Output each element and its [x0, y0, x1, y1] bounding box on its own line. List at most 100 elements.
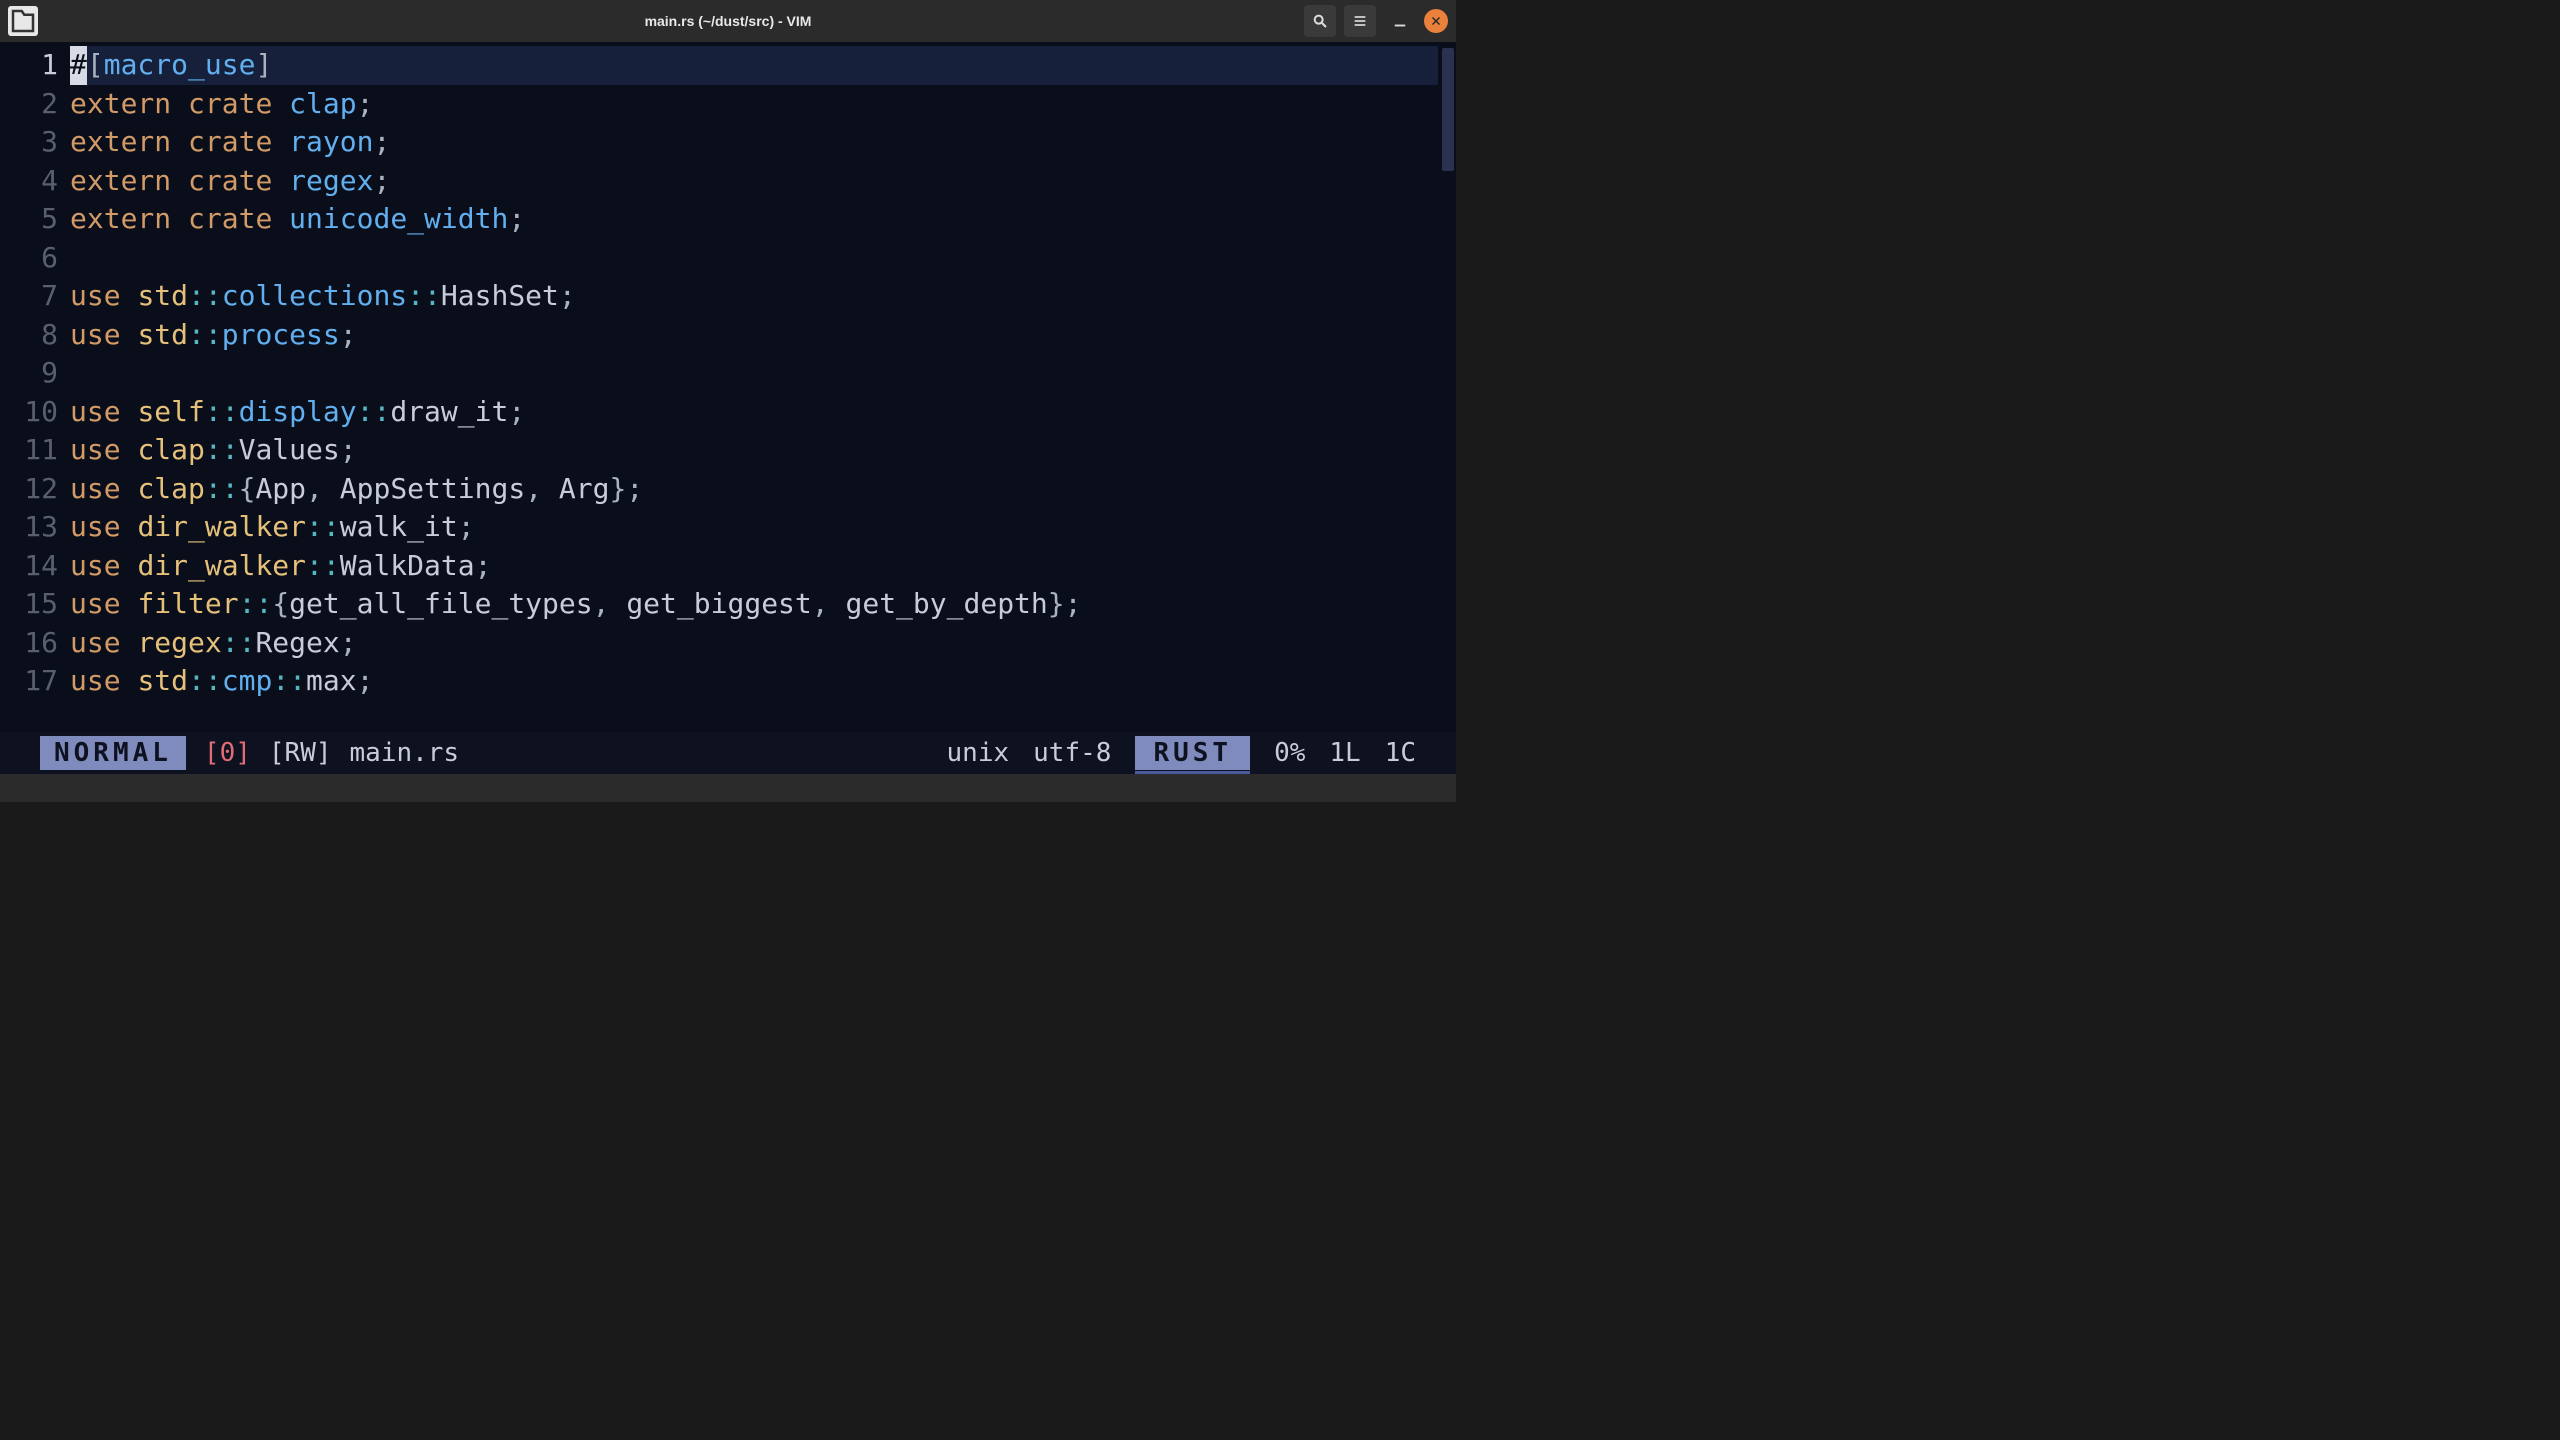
syntax-token: :: — [188, 318, 222, 351]
syntax-token: regex — [137, 626, 221, 659]
syntax-token: , — [812, 587, 846, 620]
code-line[interactable]: extern crate unicode_width; — [70, 200, 1456, 239]
syntax-token: ; — [357, 664, 374, 697]
syntax-token: extern — [70, 202, 171, 235]
line-number: 12 — [0, 470, 58, 509]
syntax-token: crate — [188, 202, 272, 235]
vertical-scrollbar[interactable] — [1440, 46, 1456, 732]
line-number: 6 — [0, 239, 58, 278]
syntax-token: ; — [1065, 587, 1082, 620]
syntax-token: ; — [340, 626, 357, 659]
code-line[interactable]: #[macro_use] — [70, 46, 1438, 85]
syntax-token: use — [70, 510, 121, 543]
line-number: 8 — [0, 316, 58, 355]
code-line[interactable]: use std::cmp::max; — [70, 662, 1456, 701]
syntax-token: draw_it — [390, 395, 508, 428]
syntax-token: :: — [272, 664, 306, 697]
syntax-token: use — [70, 433, 121, 466]
search-button[interactable] — [1304, 5, 1336, 37]
code-line[interactable]: use clap::{App, AppSettings, Arg}; — [70, 470, 1456, 509]
syntax-token: ; — [373, 164, 390, 197]
status-filename: main.rs — [350, 738, 460, 768]
code-line[interactable]: extern crate regex; — [70, 162, 1456, 201]
syntax-token: unicode_width — [289, 202, 508, 235]
syntax-token: :: — [205, 472, 239, 505]
syntax-token: Arg — [559, 472, 610, 505]
syntax-token: :: — [222, 626, 256, 659]
syntax-token: use — [70, 626, 121, 659]
code-line[interactable]: use dir_walker::WalkData; — [70, 547, 1456, 586]
syntax-token: , — [306, 472, 340, 505]
line-number: 7 — [0, 277, 58, 316]
line-number: 2 — [0, 85, 58, 124]
code-line[interactable]: extern crate rayon; — [70, 123, 1456, 162]
line-number: 4 — [0, 162, 58, 201]
scrollbar-thumb[interactable] — [1442, 48, 1454, 171]
code-line[interactable]: use std::process; — [70, 316, 1456, 355]
app-icon[interactable] — [8, 6, 38, 36]
syntax-token: use — [70, 318, 121, 351]
syntax-token: ; — [458, 510, 475, 543]
syntax-token: use — [70, 279, 121, 312]
syntax-token: std — [137, 664, 188, 697]
bottom-bar — [0, 774, 1456, 802]
cursor-line: 1L — [1329, 738, 1360, 768]
syntax-token: ; — [475, 549, 492, 582]
syntax-token: get_by_depth — [845, 587, 1047, 620]
menu-button[interactable] — [1344, 5, 1376, 37]
syntax-token: App — [255, 472, 306, 505]
syntax-token: :: — [188, 279, 222, 312]
syntax-token: display — [239, 395, 357, 428]
code-line[interactable] — [70, 239, 1456, 278]
minimize-button[interactable] — [1384, 5, 1416, 37]
close-button[interactable] — [1424, 9, 1448, 33]
syntax-token: std — [137, 318, 188, 351]
status-right-group: unix utf-8 RUST 0% 1L 1C — [947, 736, 1416, 770]
syntax-token: AppSettings — [340, 472, 525, 505]
syntax-token: ; — [626, 472, 643, 505]
syntax-token: cmp — [222, 664, 273, 697]
line-number: 1 — [0, 46, 58, 85]
code-line[interactable]: use dir_walker::walk_it; — [70, 508, 1456, 547]
syntax-token: use — [70, 664, 121, 697]
syntax-token: ; — [508, 395, 525, 428]
syntax-token: rayon — [289, 125, 373, 158]
code-line[interactable]: use self::display::draw_it; — [70, 393, 1456, 432]
code-line[interactable]: use regex::Regex; — [70, 624, 1456, 663]
titlebar: main.rs (~/dust/src) - VIM — [0, 0, 1456, 42]
cursor: # — [70, 46, 87, 85]
syntax-token: get_biggest — [626, 587, 811, 620]
line-number: 15 — [0, 585, 58, 624]
syntax-token: clap — [289, 87, 356, 120]
syntax-token: ; — [340, 433, 357, 466]
code-line[interactable] — [70, 354, 1456, 393]
syntax-token: extern — [70, 87, 171, 120]
syntax-token: std — [137, 279, 188, 312]
syntax-token: ; — [559, 279, 576, 312]
syntax-token: ; — [373, 125, 390, 158]
syntax-token: , — [593, 587, 627, 620]
syntax-token: crate — [188, 87, 272, 120]
syntax-token: extern — [70, 164, 171, 197]
syntax-token: } — [609, 472, 626, 505]
code-line[interactable]: use std::collections::HashSet; — [70, 277, 1456, 316]
buffer-number: [0] — [204, 738, 251, 768]
syntax-token: use — [70, 472, 121, 505]
syntax-token: { — [272, 587, 289, 620]
code-content[interactable]: #[macro_use]extern crate clap;extern cra… — [70, 46, 1456, 732]
syntax-token: WalkData — [340, 549, 475, 582]
line-number-gutter: 1234567891011121314151617 — [0, 46, 70, 732]
syntax-token: :: — [205, 433, 239, 466]
syntax-token: :: — [357, 395, 391, 428]
line-number: 14 — [0, 547, 58, 586]
syntax-token: process — [222, 318, 340, 351]
syntax-token: ] — [255, 48, 272, 81]
syntax-token: crate — [188, 125, 272, 158]
syntax-token: ; — [357, 87, 374, 120]
code-line[interactable]: extern crate clap; — [70, 85, 1456, 124]
editor-area[interactable]: 1234567891011121314151617 #[macro_use]ex… — [0, 42, 1456, 732]
syntax-token: collections — [222, 279, 407, 312]
code-line[interactable]: use clap::Values; — [70, 431, 1456, 470]
code-line[interactable]: use filter::{get_all_file_types, get_big… — [70, 585, 1456, 624]
syntax-token: use — [70, 587, 121, 620]
